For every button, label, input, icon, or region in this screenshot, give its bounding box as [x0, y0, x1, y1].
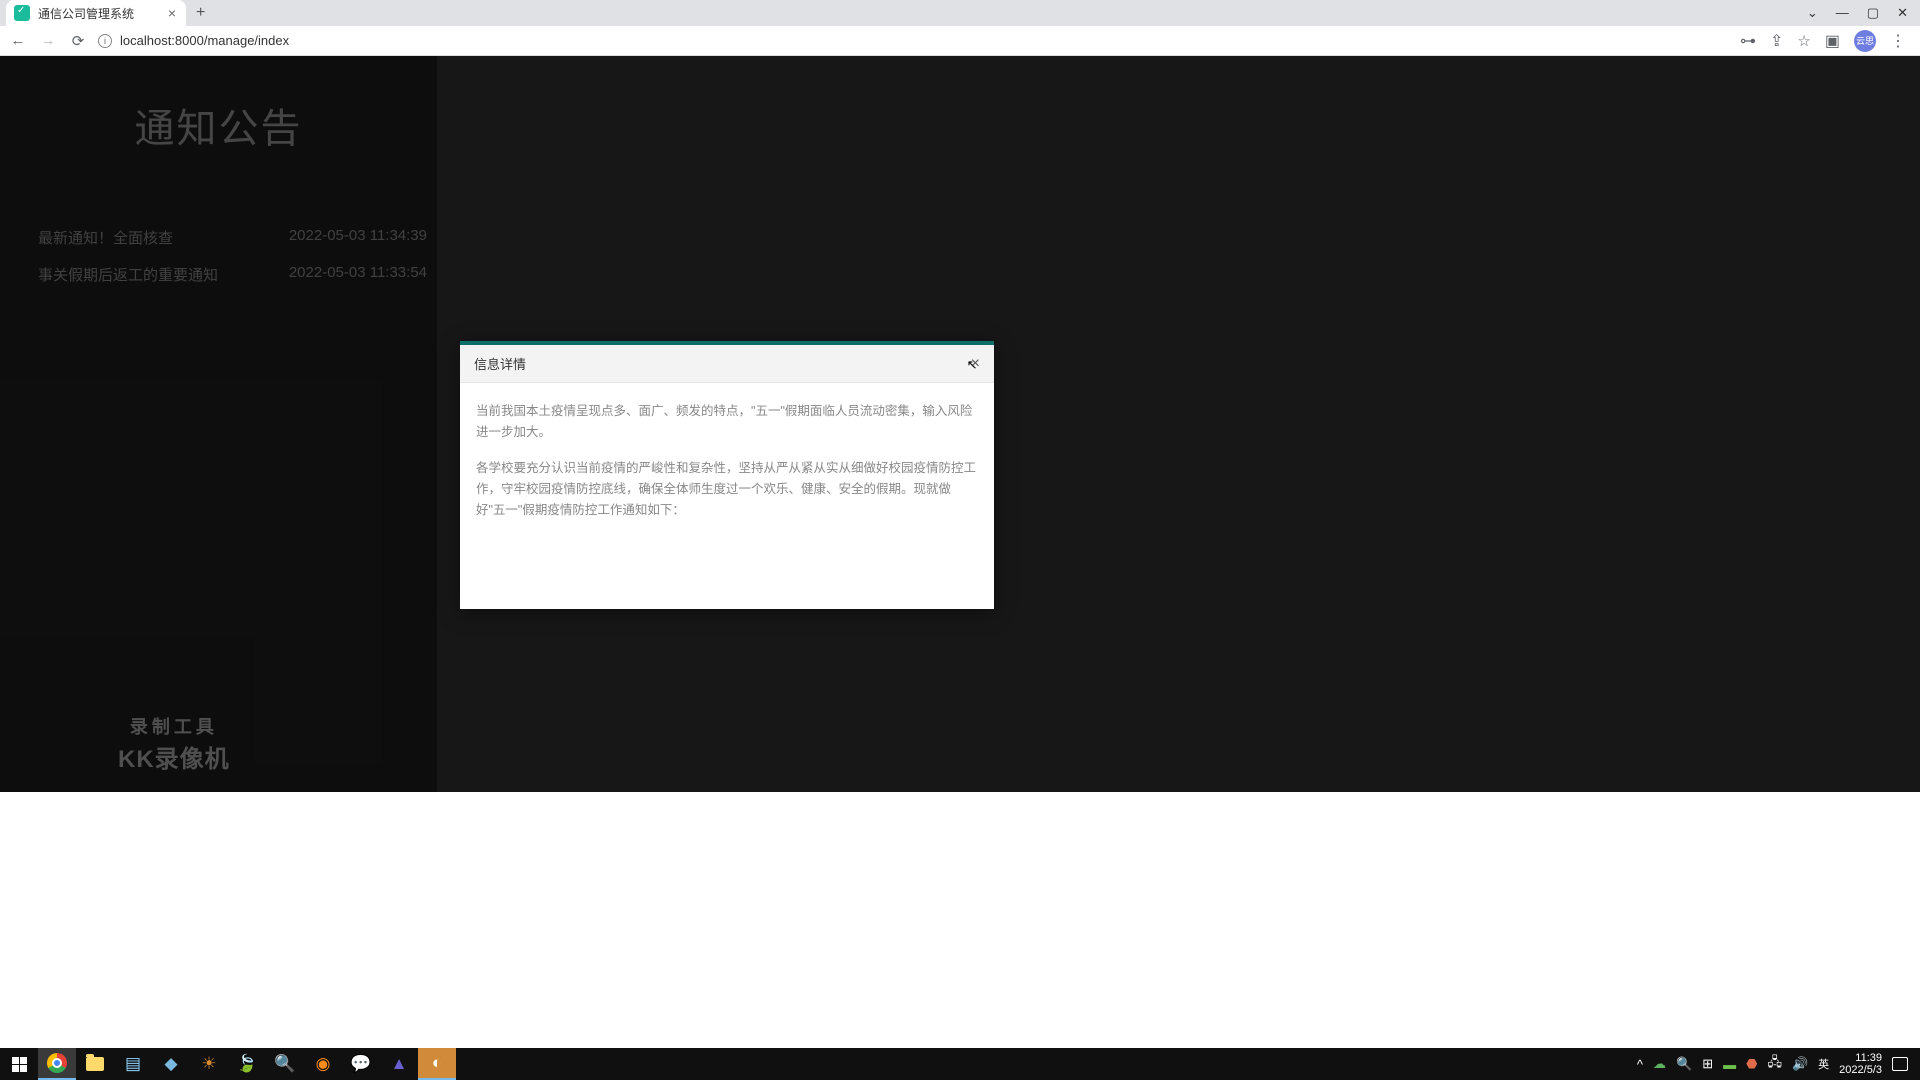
taskbar-explorer-icon[interactable]: [76, 1048, 114, 1080]
window-close-icon[interactable]: ✕: [1897, 5, 1908, 21]
taskbar-app-icon[interactable]: ◆: [152, 1048, 190, 1080]
profile-avatar[interactable]: 云思: [1854, 30, 1876, 52]
action-center-icon[interactable]: [1892, 1057, 1908, 1071]
extensions-icon[interactable]: ▣: [1825, 31, 1840, 51]
tray-app-icon[interactable]: ▬: [1723, 1057, 1736, 1072]
windows-logo-icon: [12, 1057, 27, 1072]
nav-reload-icon[interactable]: ⟳: [68, 32, 88, 50]
chrome-menu-icon[interactable]: ⋮: [1890, 31, 1906, 51]
system-tray: ^ ☁ 🔍 ⊞ ▬ ⬣ 🖧 🔊 英 11:39 2022/5/3: [1637, 1052, 1920, 1076]
toolbar-right: ⊶ ⇪ ☆ ▣ 云思 ⋮: [1740, 30, 1912, 52]
modal-body: 当前我国本土疫情呈现点多、面广、频发的特点，"五一"假期面临人员流动密集，输入风…: [460, 383, 994, 553]
modal-paragraph: 当前我国本土疫情呈现点多、面广、频发的特点，"五一"假期面临人员流动密集，输入风…: [476, 401, 978, 444]
address-bar: ← → ⟳ i localhost:8000/manage/index ⊶ ⇪ …: [0, 26, 1920, 56]
tray-search-icon[interactable]: 🔍: [1676, 1056, 1692, 1072]
url-text: localhost:8000/manage/index: [120, 33, 289, 48]
tray-volume-icon[interactable]: 🔊: [1792, 1056, 1808, 1072]
new-tab-button[interactable]: +: [196, 4, 205, 22]
window-maximize-icon[interactable]: ▢: [1867, 5, 1879, 21]
start-button[interactable]: [0, 1048, 38, 1080]
tray-ime-indicator[interactable]: 英: [1818, 1056, 1829, 1072]
taskbar-app-icon[interactable]: ☀: [190, 1048, 228, 1080]
taskbar-app-icon[interactable]: ▲: [380, 1048, 418, 1080]
url-field[interactable]: i localhost:8000/manage/index: [98, 33, 289, 48]
tab-close-icon[interactable]: ×: [168, 5, 176, 21]
page-content: 通知公告 最新通知！全面核查 2022-05-03 11:34:39 事关假期后…: [0, 56, 1920, 792]
info-detail-modal: 信息详情 ↖× 当前我国本土疫情呈现点多、面广、频发的特点，"五一"假期面临人员…: [460, 341, 994, 609]
taskbar-chrome-icon[interactable]: [38, 1048, 76, 1080]
window-minimize-icon[interactable]: —: [1836, 5, 1849, 21]
share-icon[interactable]: ⇪: [1770, 31, 1783, 51]
taskbar-search-icon[interactable]: 🔍: [266, 1048, 304, 1080]
tray-network-icon[interactable]: 🖧: [1767, 1053, 1782, 1075]
modal-paragraph: 各学校要充分认识当前疫情的严峻性和复杂性，坚持从严从紧从实从细做好校园疫情防控工…: [476, 458, 978, 522]
clock-time: 11:39: [1839, 1052, 1882, 1064]
clock-date: 2022/5/3: [1839, 1064, 1882, 1076]
tab-favicon-icon: [14, 5, 30, 21]
taskbar-wechat-icon[interactable]: 💬: [342, 1048, 380, 1080]
taskbar-notepad-icon[interactable]: ▤: [114, 1048, 152, 1080]
tray-app-icon[interactable]: ⊞: [1702, 1056, 1713, 1072]
taskbar-app-icon[interactable]: 🍃: [228, 1048, 266, 1080]
tray-security-icon[interactable]: ⬣: [1746, 1056, 1757, 1072]
windows-taskbar: ▤ ◆ ☀ 🍃 🔍 ◉ 💬 ▲ ◐ ^ ☁ 🔍 ⊞ ▬ ⬣ 🖧 🔊 英 11:3…: [0, 1048, 1920, 1080]
modal-close-button[interactable]: ↖×: [971, 355, 980, 373]
bookmark-star-icon[interactable]: ☆: [1797, 32, 1810, 50]
nav-forward-icon[interactable]: →: [38, 32, 58, 49]
window-controls: ⌄ — ▢ ✕: [1807, 5, 1920, 21]
password-key-icon[interactable]: ⊶: [1740, 31, 1756, 51]
site-info-icon[interactable]: i: [98, 34, 112, 48]
taskbar-app-icon[interactable]: ◉: [304, 1048, 342, 1080]
tray-chevron-icon[interactable]: ^: [1637, 1057, 1643, 1072]
taskbar-app-icon[interactable]: ◐: [418, 1048, 456, 1080]
browser-tab-strip: 通信公司管理系统 × + ⌄ — ▢ ✕: [0, 0, 1920, 26]
nav-back-icon[interactable]: ←: [8, 32, 28, 49]
tabs-dropdown-icon[interactable]: ⌄: [1807, 5, 1818, 21]
mouse-cursor-icon: ↖: [967, 357, 978, 373]
modal-title: 信息详情: [474, 354, 526, 373]
modal-header: 信息详情 ↖×: [460, 345, 994, 383]
tab-title: 通信公司管理系统: [38, 5, 134, 22]
tray-clock[interactable]: 11:39 2022/5/3: [1839, 1052, 1882, 1076]
tray-wechat-icon[interactable]: ☁: [1653, 1056, 1666, 1072]
browser-tab-active[interactable]: 通信公司管理系统 ×: [6, 0, 186, 26]
taskbar-apps: ▤ ◆ ☀ 🍃 🔍 ◉ 💬 ▲ ◐: [38, 1048, 456, 1080]
